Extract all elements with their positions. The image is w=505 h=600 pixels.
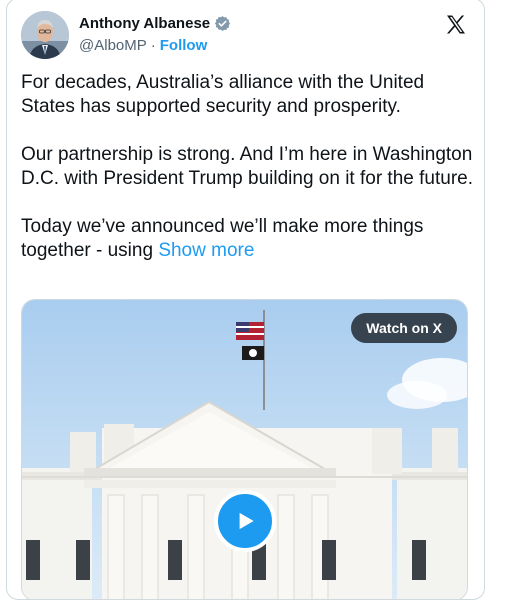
author-handle-row: @AlboMP · Follow <box>79 37 207 54</box>
avatar[interactable] <box>21 11 69 59</box>
post-paragraph-1: For decades, Australia’s alliance with t… <box>21 72 425 117</box>
post-header: Anthony Albanese @AlboMP · Follow <box>21 9 470 59</box>
verified-badge-icon <box>214 15 231 32</box>
post-paragraph-2: Our partnership is strong. And I’m here … <box>21 144 473 189</box>
author-handle[interactable]: @AlboMP <box>79 37 147 54</box>
play-icon <box>232 508 258 534</box>
video-thumbnail <box>22 300 467 599</box>
author-name[interactable]: Anthony Albanese <box>79 15 210 32</box>
post-paragraph-3: Today we’ve announced we’ll make more th… <box>21 215 473 263</box>
separator-dot: · <box>150 37 156 54</box>
x-logo-icon[interactable] <box>444 13 468 37</box>
author-name-row: Anthony Albanese <box>79 15 231 32</box>
embedded-post-card[interactable]: Anthony Albanese @AlboMP · Follow For de… <box>6 0 485 600</box>
watch-on-x-button[interactable]: Watch on X <box>351 313 457 343</box>
follow-button[interactable]: Follow <box>160 37 208 54</box>
play-button[interactable] <box>214 490 276 552</box>
video-media[interactable]: Watch on X <box>21 299 468 599</box>
show-more-link[interactable]: Show more <box>158 240 254 261</box>
post-text: For decades, Australia’s alliance with t… <box>21 71 473 287</box>
